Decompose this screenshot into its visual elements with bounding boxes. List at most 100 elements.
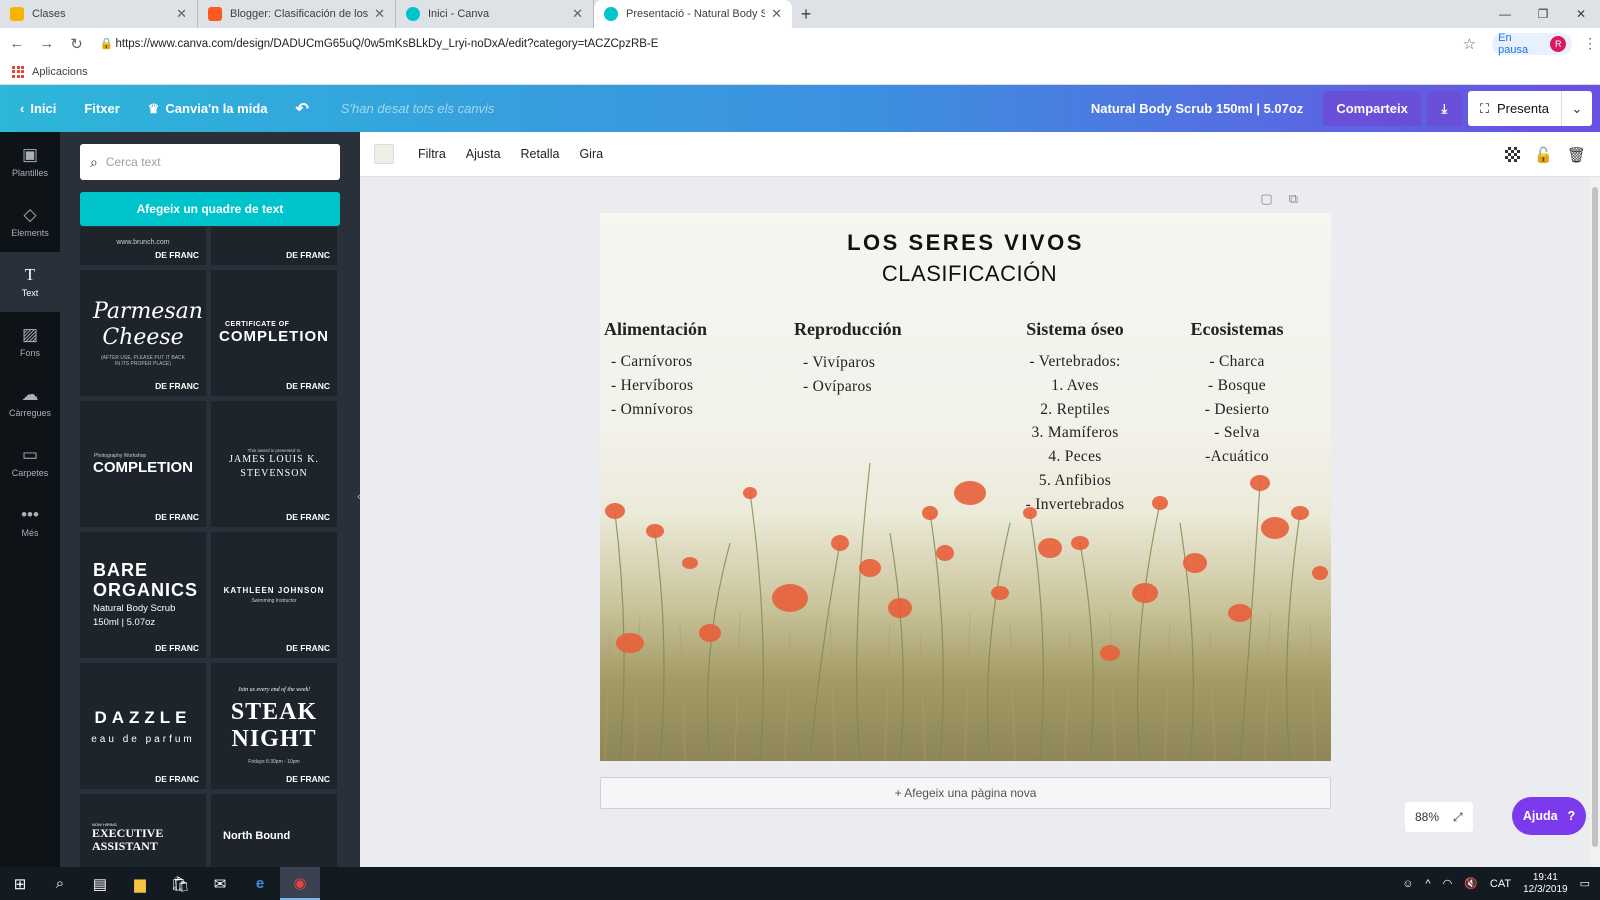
bookmark-star-icon[interactable]: ☆ — [1463, 35, 1476, 53]
wifi-icon[interactable]: ◠ — [1443, 877, 1453, 890]
chrome-icon[interactable]: ◉ — [280, 867, 320, 900]
windows-start-icon[interactable]: ⊞ — [0, 867, 40, 900]
text-template-tile[interactable]: Photography Workshop COMPLETION DE FRANC — [80, 401, 206, 527]
store-icon[interactable]: 🛍 — [160, 867, 200, 900]
language-indicator[interactable]: CAT — [1490, 878, 1511, 890]
browser-menu-icon[interactable]: ⋮ — [1580, 35, 1600, 52]
crop-button[interactable]: Retalla — [511, 147, 570, 161]
back-icon[interactable]: ← — [4, 35, 30, 52]
duplicate-page-icon[interactable]: ⧉ — [1289, 191, 1298, 207]
sidebar-item-text[interactable]: T Text — [0, 252, 60, 312]
text-template-tile[interactable]: BARE ORGANICS Natural Body Scrub 150ml |… — [80, 532, 206, 658]
undo-button[interactable]: ↶ — [282, 85, 323, 132]
sidebar-item-background[interactable]: ▨ Fons — [0, 312, 60, 372]
close-tab-icon[interactable]: ✕ — [771, 6, 782, 22]
lock-icon[interactable]: 🔓 — [1534, 146, 1553, 164]
add-page-button[interactable]: + Afegeix una pàgina nova — [600, 777, 1331, 809]
share-button[interactable]: Comparteix — [1323, 91, 1421, 126]
task-view-icon[interactable]: ▤ — [80, 867, 120, 900]
filter-button[interactable]: Filtra — [408, 147, 456, 161]
transparency-icon[interactable] — [1505, 147, 1521, 162]
text-template-tile[interactable]: DAZZLE eau de parfum DE FRANC — [80, 663, 206, 789]
search-icon: ⌕ — [90, 153, 98, 170]
sidebar-item-elements[interactable]: ◇ Elements — [0, 192, 60, 252]
template-text: COMPLETION — [219, 328, 329, 345]
resize-button[interactable]: ♛ Canvia'n la mida — [134, 85, 282, 132]
profile-paused-button[interactable]: En pausa R — [1492, 32, 1573, 56]
fullscreen-icon[interactable]: ⤢ — [1453, 810, 1463, 825]
adjust-button[interactable]: Ajusta — [456, 147, 511, 161]
slide-page[interactable]: LOS SERES VIVOS CLASIFICACIÓN Alimentaci… — [600, 213, 1331, 761]
search-icon[interactable]: ⌕ — [40, 867, 80, 900]
sidebar-item-more[interactable]: ••• Més — [0, 492, 60, 552]
browser-tab-active[interactable]: Presentació - Natural Body Scrub ✕ — [594, 0, 792, 28]
slide-title[interactable]: LOS SERES VIVOS — [600, 230, 1331, 256]
apps-bookmark[interactable]: Aplicacions — [32, 66, 88, 78]
category-column[interactable]: Ecosistemas - Charca - Bosque - Desierto… — [1182, 319, 1292, 469]
notifications-icon[interactable]: ▭ — [1580, 877, 1590, 890]
sidebar-item-templates[interactable]: ▣ Plantilles — [0, 132, 60, 192]
mail-icon[interactable]: ✉ — [200, 867, 240, 900]
new-tab-icon[interactable]: + — [792, 0, 820, 28]
trash-icon[interactable]: 🗑 — [1567, 146, 1586, 164]
close-window-icon[interactable]: ✕ — [1562, 0, 1600, 28]
flip-button[interactable]: Gira — [569, 147, 613, 161]
lock-icon[interactable]: 🔒 — [99, 37, 115, 50]
forward-icon[interactable]: → — [34, 35, 60, 52]
close-tab-icon[interactable]: ✕ — [572, 6, 583, 22]
download-icon: ⤓ — [1441, 100, 1448, 116]
close-tab-icon[interactable]: ✕ — [374, 6, 385, 22]
minimize-icon[interactable]: — — [1486, 0, 1524, 28]
zoom-control[interactable]: 88% ⤢ — [1405, 802, 1473, 832]
browser-tab[interactable]: Inici - Canva ✕ — [396, 0, 594, 28]
tab-title: Clases — [32, 8, 66, 20]
text-panel: ⌕ Cerca text Afegeix un quadre de text w… — [60, 132, 360, 867]
text-template-tile[interactable]: KATHLEEN JOHNSON Swimming Instructor DE … — [211, 532, 337, 658]
file-menu-button[interactable]: Fitxer — [70, 85, 133, 132]
document-title[interactable]: Natural Body Scrub 150ml | 5.07oz — [1091, 101, 1303, 116]
present-main[interactable]: ⛶ Presenta — [1468, 91, 1562, 126]
apps-grid-icon[interactable] — [12, 65, 24, 78]
chevron-up-icon[interactable]: ^ — [1425, 878, 1430, 890]
slide-subtitle[interactable]: CLASIFICACIÓN — [600, 261, 1331, 287]
reload-icon[interactable]: ↻ — [64, 35, 90, 53]
color-swatch[interactable] — [374, 144, 394, 164]
sidebar-item-folders[interactable]: ▭ Carpetes — [0, 432, 60, 492]
list-item: - Vivíparos — [803, 354, 876, 371]
zoom-level[interactable]: 88% — [1415, 810, 1439, 824]
vertical-scrollbar[interactable] — [1590, 177, 1600, 867]
omnibox[interactable]: 🔒 https://www.canva.com/design/DADUCmG65… — [99, 32, 1484, 56]
text-template-tile[interactable]: www.brunch.com DE FRANC — [80, 227, 206, 265]
text-template-tile[interactable]: Parmesan Cheese (AFTER USE, PLEASE PUT I… — [80, 270, 206, 396]
download-button[interactable]: ⤓ — [1426, 91, 1462, 126]
search-input[interactable]: ⌕ Cerca text — [80, 144, 340, 180]
text-template-tile[interactable]: CERTIFICATE OF COMPLETION DE FRANC — [211, 270, 337, 396]
volume-muted-icon[interactable]: 🔇 — [1464, 877, 1478, 890]
file-explorer-icon[interactable]: ▆ — [120, 867, 160, 900]
comment-icon[interactable]: ▢ — [1260, 191, 1272, 207]
present-button[interactable]: ⛶ Presenta ⌄ — [1467, 91, 1592, 126]
category-column[interactable]: Alimentación - Carnívoros - Hervíboros -… — [604, 319, 754, 421]
category-column[interactable]: Reproducción - Vivíparos - Ovíparos — [794, 319, 954, 399]
close-tab-icon[interactable]: ✕ — [176, 6, 187, 22]
text-template-tile[interactable]: North Bound — [211, 794, 337, 867]
edge-icon[interactable]: e — [240, 867, 280, 900]
clock[interactable]: 19:41 12/3/2019 — [1523, 872, 1568, 896]
browser-tab[interactable]: Blogger: Clasificación de los sere ✕ — [198, 0, 396, 28]
url-text[interactable]: https://www.canva.com/design/DADUCmG65uQ… — [115, 38, 1462, 50]
text-template-tile[interactable]: DE FRANC — [211, 227, 337, 265]
text-template-tile[interactable]: This award is presented to JAMES LOUIS K… — [211, 401, 337, 527]
tab-title: Blogger: Clasificación de los sere — [230, 8, 369, 20]
add-text-box-button[interactable]: Afegeix un quadre de text — [80, 192, 340, 226]
sidebar-item-uploads[interactable]: ☁ Càrregues — [0, 372, 60, 432]
text-template-tile[interactable]: NOW HIRING EXECUTIVE ASSISTANT — [80, 794, 206, 867]
chevron-down-icon[interactable]: ⌄ — [1562, 101, 1592, 117]
browser-tab[interactable]: Clases ✕ — [0, 0, 198, 28]
category-column[interactable]: Sistema óseo - Vertebrados: 1. Aves 2. R… — [1005, 319, 1145, 517]
text-template-tile[interactable]: Join us every end of the week! STEAK NIG… — [211, 663, 337, 789]
help-button[interactable]: Ajuda ? — [1512, 797, 1586, 835]
home-button[interactable]: ‹ Inici — [0, 85, 70, 132]
scroll-thumb[interactable] — [1592, 187, 1598, 847]
restore-icon[interactable]: ❐ — [1524, 0, 1562, 28]
people-icon[interactable]: ☺ — [1402, 878, 1413, 890]
